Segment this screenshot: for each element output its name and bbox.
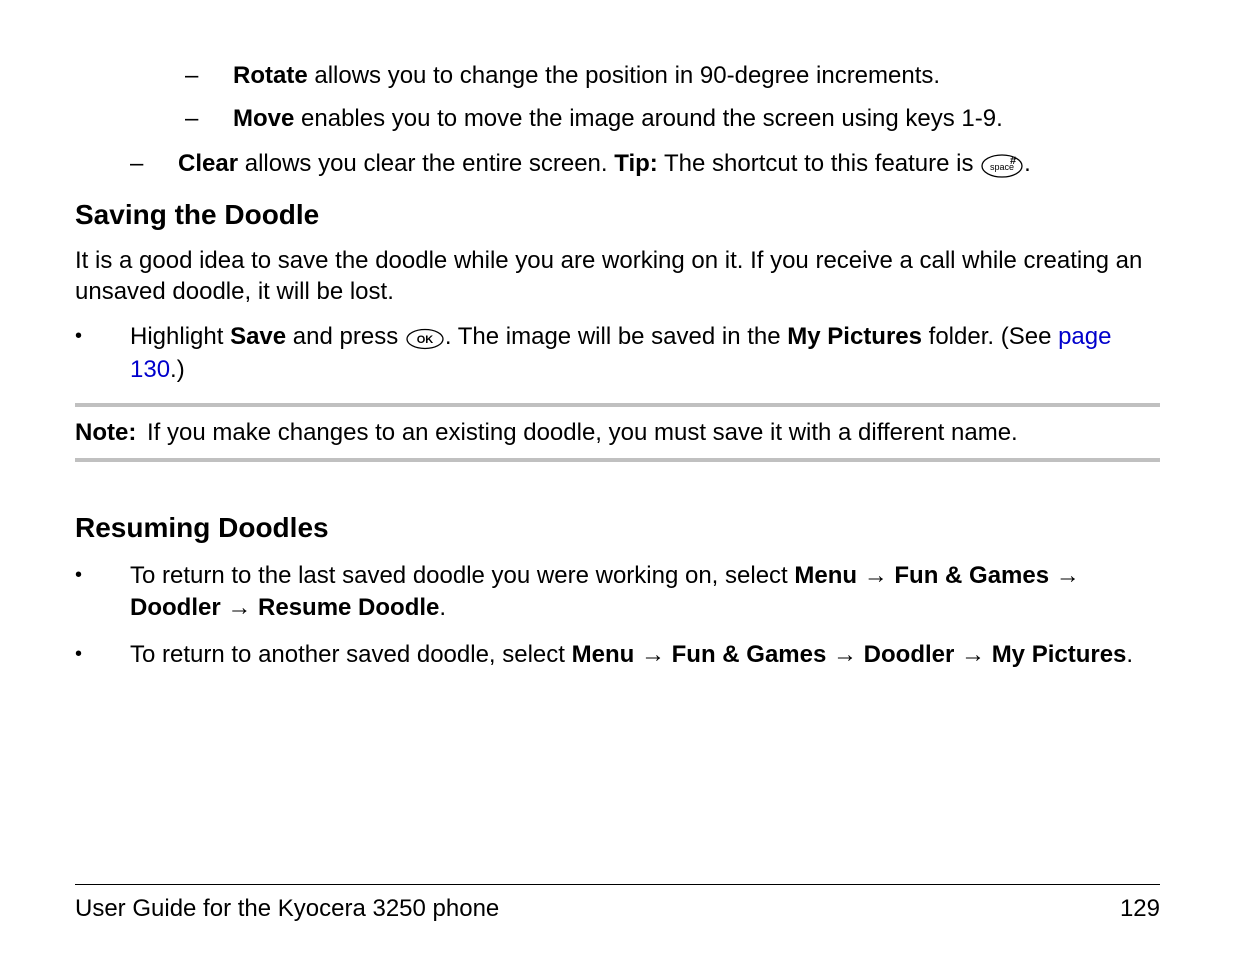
rotate-text: allows you to change the position in 90-… xyxy=(308,62,940,89)
folder-post: .) xyxy=(170,356,185,383)
arrow-icon: → xyxy=(961,641,985,668)
save-postok: . The image will be saved in the xyxy=(445,323,787,350)
fun-label: Fun & Games xyxy=(894,562,1049,589)
saving-body: It is a good idea to save the doodle whi… xyxy=(75,245,1160,307)
bullet-list: • To return to the last saved doodle you… xyxy=(75,560,1160,670)
move-text: enables you to move the image around the… xyxy=(294,105,1002,132)
page-footer: User Guide for the Kyocera 3250 phone 12… xyxy=(75,884,1160,924)
folder-pre: folder. (See xyxy=(922,323,1058,350)
ok-key-icon: OK xyxy=(405,322,445,353)
arrow-icon: → xyxy=(227,594,251,621)
item-content: Highlight Save and press OK . The image w… xyxy=(130,321,1160,384)
menu-label: Menu xyxy=(572,641,635,668)
save-post: and press xyxy=(286,323,405,350)
period: . xyxy=(1126,641,1133,668)
rotate-label: Rotate xyxy=(233,62,308,89)
dash-marker: – xyxy=(185,60,233,91)
item-content: To return to another saved doodle, selec… xyxy=(130,639,1160,670)
item-content: To return to the last saved doodle you w… xyxy=(130,560,1160,622)
note-box: Note: If you make changes to an existing… xyxy=(75,403,1160,462)
arrow-icon: → xyxy=(641,641,665,668)
svg-text:OK: OK xyxy=(417,334,434,346)
bullet-list: • Highlight Save and press OK . The image… xyxy=(75,321,1160,384)
dash-marker: – xyxy=(185,103,233,134)
item-content: Rotate allows you to change the position… xyxy=(233,60,1160,91)
list-item: – Clear allows you clear the entire scre… xyxy=(130,148,1160,180)
mypictures-label: My Pictures xyxy=(787,323,922,350)
resume-label: Resume Doodle xyxy=(258,594,439,621)
resume-pre: To return to the last saved doodle you w… xyxy=(130,562,794,589)
note-text: If you make changes to an existing doodl… xyxy=(147,417,1160,448)
item-content: Clear allows you clear the entire screen… xyxy=(178,148,1160,180)
item-content: Move enables you to move the image aroun… xyxy=(233,103,1160,134)
dash-list: – Clear allows you clear the entire scre… xyxy=(130,148,1160,180)
space-hash-key-icon: space# xyxy=(980,149,1024,180)
svg-text:#: # xyxy=(1010,155,1016,167)
list-item: • To return to another saved doodle, sel… xyxy=(75,639,1160,670)
tip-label: Tip: xyxy=(614,150,658,177)
mypictures-label: My Pictures xyxy=(992,641,1127,668)
save-label: Save xyxy=(230,323,286,350)
list-item: • To return to the last saved doodle you… xyxy=(75,560,1160,622)
nested-dash-list: – Rotate allows you to change the positi… xyxy=(185,60,1160,134)
clear-text: allows you clear the entire screen. xyxy=(238,150,614,177)
menu-label: Menu xyxy=(794,562,857,589)
tip-text: The shortcut to this feature is xyxy=(658,150,980,177)
list-item: – Move enables you to move the image aro… xyxy=(185,103,1160,134)
period: . xyxy=(439,594,446,621)
footer-title: User Guide for the Kyocera 3250 phone xyxy=(75,893,499,924)
saving-heading: Saving the Doodle xyxy=(75,197,1160,233)
list-item: • Highlight Save and press OK . The image… xyxy=(75,321,1160,384)
dash-marker: – xyxy=(130,148,178,180)
doodler-label: Doodler xyxy=(130,594,221,621)
fun-label: Fun & Games xyxy=(672,641,827,668)
bullet-marker: • xyxy=(75,321,130,384)
move-label: Move xyxy=(233,105,294,132)
bullet-marker: • xyxy=(75,560,130,622)
another-pre: To return to another saved doodle, selec… xyxy=(130,641,572,668)
page-number: 129 xyxy=(1120,893,1160,924)
note-label: Note: xyxy=(75,417,147,448)
list-item: – Rotate allows you to change the positi… xyxy=(185,60,1160,91)
clear-label: Clear xyxy=(178,150,238,177)
doodler-label: Doodler xyxy=(864,641,955,668)
bullet-marker: • xyxy=(75,639,130,670)
clear-period: . xyxy=(1024,150,1031,177)
resuming-heading: Resuming Doodles xyxy=(75,510,1160,546)
save-pre: Highlight xyxy=(130,323,230,350)
arrow-icon: → xyxy=(833,641,857,668)
arrow-icon: → xyxy=(864,562,888,589)
arrow-icon: → xyxy=(1056,562,1080,589)
